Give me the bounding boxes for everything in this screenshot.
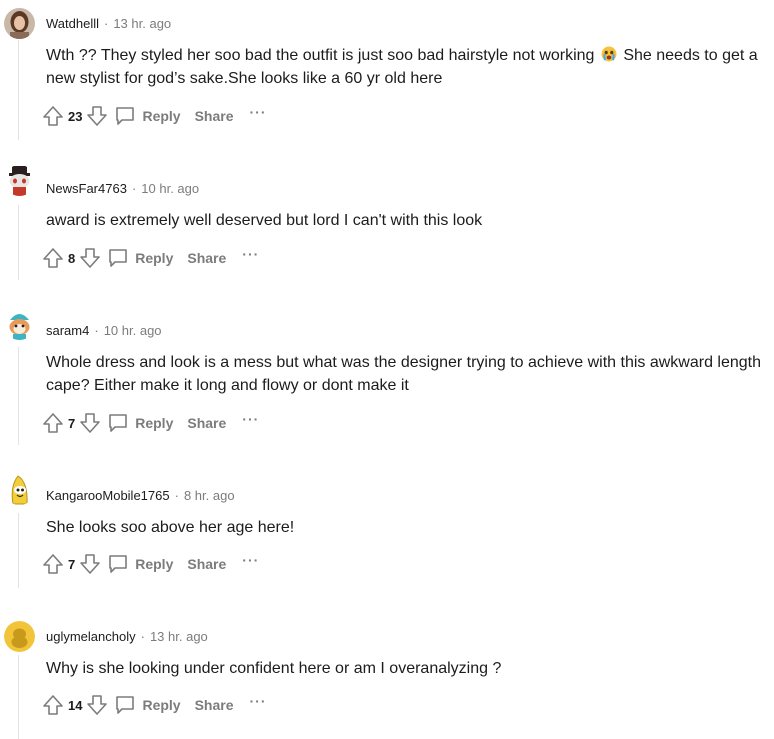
username[interactable]: KangarooMobile1765: [46, 488, 170, 503]
comment-text: Why is she looking under confident here …: [46, 660, 502, 677]
reply-label: Reply: [135, 415, 174, 431]
upvote-button[interactable]: [42, 247, 64, 269]
more-options-button[interactable]: ···: [242, 411, 259, 427]
comment-body: Why is she looking under confident here …: [46, 657, 766, 680]
speech-bubble-icon: [109, 249, 128, 267]
comment-body: She looks soo above her age here!: [46, 516, 766, 539]
reply-label: Reply: [135, 556, 174, 572]
thread-line[interactable]: [18, 655, 19, 739]
share-button[interactable]: Share: [187, 556, 226, 572]
meta-separator: ·: [140, 629, 145, 644]
username[interactable]: saram4: [46, 323, 89, 338]
downvote-button[interactable]: [86, 694, 108, 716]
comment-actions: 14 Reply Share ···: [42, 692, 267, 718]
avatar[interactable]: [4, 8, 35, 39]
meta-separator: ·: [174, 488, 179, 503]
vote-count: 7: [68, 556, 76, 572]
thread-line[interactable]: [18, 347, 19, 445]
reply-label: Reply: [135, 250, 174, 266]
comment-text: Whole dress and look is a mess but what …: [46, 354, 762, 394]
comment-text: award is extremely well deserved but lor…: [46, 212, 483, 229]
meta-separator: ·: [103, 16, 109, 31]
upvote-arrow-icon: [43, 248, 63, 268]
comment-meta: KangarooMobile1765 · 8 hr. ago: [46, 488, 235, 504]
avatar[interactable]: [4, 621, 35, 652]
upvote-button[interactable]: [42, 412, 64, 434]
meta-separator: ·: [131, 181, 137, 196]
comment-meta: uglymelancholy · 13 hr. ago: [46, 629, 208, 645]
thread-line[interactable]: [18, 40, 19, 140]
downvote-arrow-icon: [87, 695, 108, 715]
vote-count: 8: [68, 250, 76, 266]
upvote-button[interactable]: [42, 105, 64, 127]
avatar[interactable]: [4, 309, 35, 340]
comment-meta: Watdhelll · 13 hr. ago: [46, 16, 171, 32]
share-button[interactable]: Share: [195, 697, 234, 713]
timestamp[interactable]: 13 hr. ago: [113, 16, 171, 31]
share-button[interactable]: Share: [187, 415, 226, 431]
comment-meta: NewsFar4763 · 10 hr. ago: [46, 181, 199, 197]
timestamp[interactable]: 10 hr. ago: [141, 181, 199, 196]
speech-bubble-icon: [109, 414, 128, 432]
speech-bubble-icon: [116, 696, 135, 714]
upvote-arrow-icon: [43, 106, 63, 126]
share-button[interactable]: Share: [187, 250, 226, 266]
username[interactable]: NewsFar4763: [46, 181, 127, 196]
thread-line[interactable]: [18, 513, 19, 588]
downvote-arrow-icon: [80, 248, 101, 268]
meta-separator: ·: [94, 323, 99, 338]
comment-text: Wth ?? They styled her soo bad the outfi…: [46, 47, 599, 64]
reply-button[interactable]: Reply: [114, 694, 181, 716]
downvote-button[interactable]: [79, 553, 101, 575]
avatar[interactable]: [4, 165, 35, 196]
downvote-arrow-icon: [87, 106, 108, 126]
comment-meta: saram4 · 10 hr. ago: [46, 323, 162, 339]
reply-button[interactable]: Reply: [107, 412, 173, 434]
comment-list: Watdhelll · 13 hr. ago Wth ?? They styled …: [0, 0, 774, 739]
reply-label: Reply: [142, 108, 181, 124]
downvote-button[interactable]: [86, 105, 108, 127]
speech-bubble-icon: [116, 107, 135, 125]
timestamp[interactable]: 13 hr. ago: [150, 629, 208, 644]
downvote-button[interactable]: [79, 247, 101, 269]
username[interactable]: uglymelancholy: [46, 629, 136, 644]
timestamp[interactable]: 8 hr. ago: [184, 488, 235, 503]
upvote-arrow-icon: [43, 695, 63, 715]
comment-text: She looks soo above her age here!: [46, 519, 295, 536]
username[interactable]: Watdhelll: [46, 16, 99, 31]
upvote-arrow-icon: [43, 413, 63, 433]
share-button[interactable]: Share: [195, 108, 234, 124]
comment-body: award is extremely well deserved but lor…: [46, 209, 766, 232]
vote-count: 7: [68, 415, 76, 431]
crying-face-emoji: [601, 46, 617, 62]
more-options-button[interactable]: ···: [242, 552, 259, 568]
thread-line[interactable]: [18, 205, 19, 280]
upvote-arrow-icon: [43, 554, 63, 574]
avatar[interactable]: [4, 474, 35, 505]
comment-actions: 23 Reply Share ···: [42, 103, 267, 129]
reply-button[interactable]: Reply: [107, 553, 173, 575]
more-options-button[interactable]: ···: [250, 693, 267, 709]
more-options-button[interactable]: ···: [250, 104, 267, 120]
vote-count: 14: [68, 697, 83, 713]
comment-actions: 7 Reply Share ···: [42, 410, 259, 436]
reply-label: Reply: [142, 697, 181, 713]
reply-button[interactable]: Reply: [107, 247, 173, 269]
downvote-arrow-icon: [80, 554, 101, 574]
comment-actions: 8 Reply Share ···: [42, 245, 259, 271]
downvote-arrow-icon: [80, 413, 101, 433]
upvote-button[interactable]: [42, 553, 64, 575]
speech-bubble-icon: [109, 555, 128, 573]
more-options-button[interactable]: ···: [242, 246, 259, 262]
comment-body: Wth ?? They styled her soo bad the outfi…: [46, 44, 766, 90]
timestamp[interactable]: 10 hr. ago: [104, 323, 162, 338]
comment-body: Whole dress and look is a mess but what …: [46, 351, 766, 397]
downvote-button[interactable]: [79, 412, 101, 434]
reply-button[interactable]: Reply: [114, 105, 181, 127]
vote-count: 23: [68, 108, 83, 124]
upvote-button[interactable]: [42, 694, 64, 716]
comment-actions: 7 Reply Share ···: [42, 551, 259, 577]
